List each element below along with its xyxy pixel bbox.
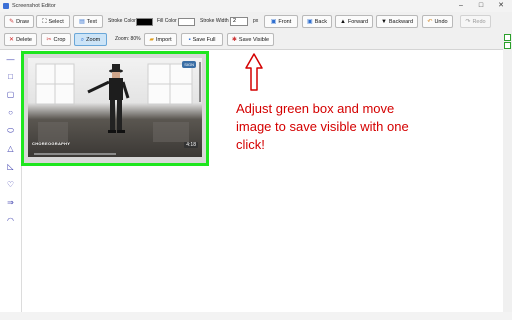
rectangle-tool-icon[interactable]: □ (5, 71, 16, 82)
forward-icon: ▲ (339, 19, 346, 25)
window-title: Screenshot Editor (12, 3, 56, 9)
undo-icon: ↶ (427, 19, 433, 25)
forward-button[interactable]: ▲ Forward (335, 15, 373, 28)
delete-button[interactable]: ✕ Delete (4, 33, 37, 46)
arrow-up-icon (245, 53, 263, 91)
ellipse-tool-icon[interactable]: ⬭ (5, 125, 16, 136)
watermark: CHOREOGRAPHY (32, 141, 71, 146)
corner-tag: SIGN (182, 61, 196, 68)
line-tool-icon[interactable]: — (5, 54, 16, 65)
image-content[interactable]: CHOREOGRAPHY 4:18 SIGN (28, 58, 202, 157)
pencil-icon: ✎ (9, 19, 15, 25)
circle-tool-icon[interactable]: ○ (5, 107, 16, 118)
heart-tool-icon[interactable]: ♡ (5, 179, 16, 190)
fill-color-swatch[interactable] (178, 18, 195, 26)
stroke-color-swatch[interactable] (136, 18, 153, 26)
zoom-level: Zoom: 80% (115, 36, 141, 42)
front-button[interactable]: ▣ Front (264, 15, 298, 28)
minimize-icon[interactable]: – (454, 0, 468, 12)
triangle-tool-icon[interactable]: △ (5, 143, 16, 154)
shape-palette: — □ ▢ ○ ⬭ △ ◺ ♡ ⇒ ◠ (0, 50, 22, 312)
close-icon[interactable]: ✕ (494, 0, 508, 12)
duration-badge: 4:18 (184, 142, 198, 148)
toolbar: ✎ Draw ⛶ Select ▤ Text Stroke Color Fill Co… (0, 12, 512, 50)
folder-icon: ▰ (149, 37, 155, 43)
panel-toggle-icon[interactable] (504, 42, 511, 49)
select-button[interactable]: ⛶ Select (36, 15, 70, 28)
undo-button[interactable]: ↶ Undo (422, 15, 453, 28)
stroke-width-field[interactable]: 2 (230, 17, 248, 26)
import-button[interactable]: ▰ Import (144, 33, 177, 46)
highlight-box[interactable]: CHOREOGRAPHY 4:18 SIGN (21, 51, 209, 166)
annotation-text: Adjust green box and move image to save … (236, 101, 409, 152)
save-visible-icon: ✱ (231, 37, 237, 43)
crop-button[interactable]: ✂ Crop (41, 33, 71, 46)
arrow-tool-icon[interactable]: ⇒ (5, 197, 16, 208)
backward-icon: ▼ (380, 19, 387, 25)
text-button[interactable]: ▤ Text (73, 15, 103, 28)
redo-icon: ↷ (465, 19, 471, 25)
draw-button[interactable]: ✎ Draw (4, 15, 34, 28)
status-bar (0, 312, 512, 320)
save-icon: ▪ (188, 37, 191, 43)
crop-icon: ✂ (46, 37, 52, 43)
stroke-color-label: Stroke Color (108, 18, 136, 24)
save-visible-button[interactable]: ✱ Save Visible (227, 33, 274, 46)
back-icon: ▣ (307, 19, 313, 25)
title-bar: Screenshot Editor – □ ✕ (0, 0, 512, 12)
save-full-button[interactable]: ▪ Save Full (181, 33, 223, 46)
select-icon: ⛶ (42, 19, 47, 25)
app-icon (3, 3, 9, 9)
stroke-width-unit: px (253, 18, 259, 24)
redo-button[interactable]: ↷ Redo (460, 15, 491, 28)
arc-tool-icon[interactable]: ◠ (5, 215, 16, 226)
backward-button[interactable]: ▼ Backward (376, 15, 418, 28)
front-icon: ▣ (270, 19, 277, 25)
back-button[interactable]: ▣ Back (302, 15, 332, 28)
right-edge-panel (503, 12, 512, 312)
rounded-rectangle-tool-icon[interactable]: ▢ (5, 89, 16, 100)
magnifier-icon: ⌕ (80, 37, 85, 43)
maximize-icon[interactable]: □ (474, 0, 488, 12)
text-icon: ▤ (79, 19, 85, 25)
stroke-width-label: Stroke Width (200, 18, 229, 24)
right-triangle-tool-icon[interactable]: ◺ (5, 161, 16, 172)
panel-toggle-icon[interactable] (504, 34, 511, 41)
delete-icon: ✕ (9, 37, 15, 43)
zoom-button[interactable]: ⌕ Zoom (74, 33, 107, 46)
fill-color-label: Fill Color (157, 18, 177, 24)
